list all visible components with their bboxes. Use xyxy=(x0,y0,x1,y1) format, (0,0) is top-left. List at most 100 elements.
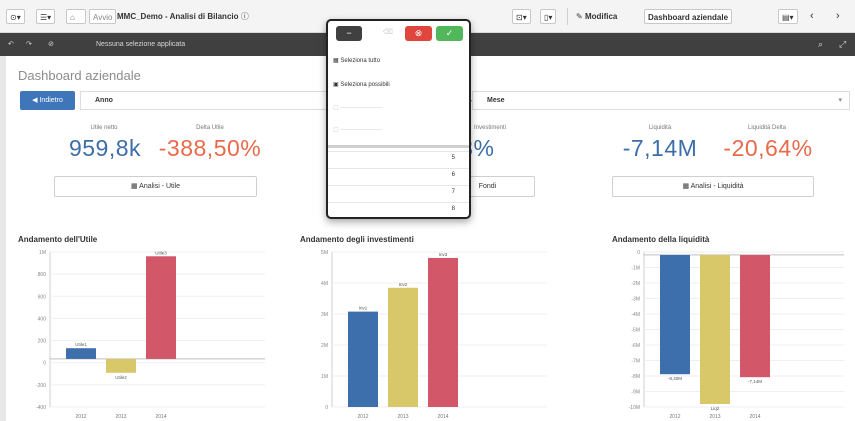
y-tick-label: -8M xyxy=(631,374,640,380)
toolbar-divider xyxy=(567,8,568,25)
list-item-label: 6 xyxy=(451,172,455,178)
kpi-label-liquidita: Liquidità xyxy=(648,125,672,131)
y-tick-label: 1M xyxy=(39,250,46,256)
y-tick-label: -4M xyxy=(631,312,640,318)
edit-button[interactable]: ✎ Modifica xyxy=(576,9,617,24)
cancel-selection-button[interactable]: − xyxy=(336,26,362,41)
edit-label: Modifica xyxy=(584,12,618,21)
bar-2014 xyxy=(146,256,176,359)
clear-selection-button[interactable]: ⊗ xyxy=(405,26,432,41)
chart-title-utile: Andamento dell'Utile xyxy=(18,235,98,244)
next-sheet-icon[interactable]: › xyxy=(836,9,840,24)
data-label: Inv2 xyxy=(399,282,408,287)
sheet-title: Dashboard aziendale xyxy=(18,68,141,83)
back-button[interactable]: ◀ Indietro xyxy=(20,91,75,110)
data-label: Utile1 xyxy=(75,342,87,347)
story-button[interactable]: ▯▾ xyxy=(540,9,557,24)
year-filter-label: Anno xyxy=(95,97,113,104)
y-tick-label: -2M xyxy=(631,281,640,287)
bar-2013 xyxy=(700,254,730,405)
bar-2012 xyxy=(348,311,378,407)
select-all-icon: ▦ xyxy=(333,58,339,64)
y-tick-label: -200 xyxy=(36,383,46,389)
app-root: ⊙▾ ☰▾ ⌂ Avvio MMC_Demo - Analisi di Bila… xyxy=(0,0,855,421)
table-icon: ▦ xyxy=(682,183,690,190)
search-icon[interactable]: ⌕ xyxy=(818,38,823,51)
list-item[interactable]: 7 xyxy=(328,185,469,200)
x-tick-label: 2012 xyxy=(669,414,680,420)
chart-investimenti[interactable]: 5M 4M 3M 2M 1M 0 Inv1 2012 Inv2 2013 Inv3 2014 xyxy=(300,248,555,421)
month-filter-label: Mese xyxy=(487,97,505,104)
minus-icon: − xyxy=(346,28,352,38)
check-icon: ✓ xyxy=(445,28,454,38)
data-label: Utile2 xyxy=(115,375,127,380)
y-tick-label: -10M xyxy=(629,405,640,411)
analysis-utile-button[interactable]: ▦ Analisi - Utile xyxy=(54,176,257,197)
kpi-value-utile: 959,8k xyxy=(68,135,142,161)
clear-icon: ⊗ xyxy=(414,28,423,38)
chevron-down-icon: ▾ xyxy=(838,97,842,104)
bar-2014 xyxy=(428,257,458,407)
data-label: Inv1 xyxy=(359,306,368,311)
disabled-menu-item: ▢ ——————— xyxy=(333,127,383,133)
select-possible-item[interactable]: ▣ Seleziona possibili xyxy=(333,80,390,90)
kpi-value-liquidita-delta: -20,64% xyxy=(723,135,813,161)
y-tick-label: -400 xyxy=(36,405,46,411)
clear-selections-icon[interactable]: ⊘ xyxy=(48,38,54,51)
breadcrumb-home[interactable]: Avvio xyxy=(89,9,117,24)
bookmarks-button[interactable]: ⊡▾ xyxy=(512,9,531,24)
chart-liquidita[interactable]: 0 -1M -2M -3M -4M -5M -6M -7M -8M -9M -10M -8,40M 20… xyxy=(612,248,852,421)
list-item[interactable]: 6 xyxy=(328,168,469,183)
sheet-selector[interactable]: Dashboard aziendale xyxy=(644,9,733,24)
list-divider xyxy=(328,145,469,148)
selection-back-icon[interactable]: ↶ xyxy=(8,38,14,51)
x-tick-label: 2014 xyxy=(155,414,166,420)
chart-utile[interactable]: 1M 800 600 400 200 0 -200 -400 Utile1 2012 Utile2 2… xyxy=(18,248,273,421)
app-title-breadcrumb[interactable]: MMC_Demo - Analisi di Bilancio ⓘ xyxy=(117,9,249,24)
data-label: Utile3 xyxy=(155,250,167,255)
y-tick-label: 200 xyxy=(38,339,47,345)
list-item-label: 5 xyxy=(451,155,455,161)
confirm-selection-button[interactable]: ✓ xyxy=(436,26,463,41)
analysis-liquidita-button[interactable]: ▦ Analisi - Liquidità xyxy=(612,176,814,197)
x-tick-label: 2014 xyxy=(437,414,448,420)
data-label: -7,14M xyxy=(748,379,762,384)
fullscreen-icon[interactable]: ⤢ xyxy=(839,38,846,51)
y-tick-label: 400 xyxy=(38,316,47,322)
data-label: Inv3 xyxy=(439,252,448,257)
previous-sheet-icon[interactable]: ‹ xyxy=(810,9,814,24)
sheet-list-button[interactable]: ▤▾ xyxy=(778,9,798,24)
selections-status: Nessuna selezione applicata xyxy=(96,41,186,48)
list-item[interactable]: 5 xyxy=(328,151,469,166)
list-item[interactable]: 8 xyxy=(328,202,469,217)
data-label: Liq2 xyxy=(711,406,720,411)
y-tick-label: 1M xyxy=(321,374,328,380)
selection-forward-icon[interactable]: ↷ xyxy=(26,38,32,51)
nav-icon[interactable]: ⌂ xyxy=(66,9,86,24)
select-all-item[interactable]: ▦ Seleziona tutto xyxy=(333,56,380,66)
y-tick-label: 3M xyxy=(321,312,328,318)
disabled-menu-item: ▢ ——————— xyxy=(333,105,383,111)
select-possible-icon: ▣ xyxy=(333,82,339,88)
list-item-label: 7 xyxy=(451,189,455,195)
kpi-value-delta-utile: -388,50% xyxy=(158,135,262,161)
list-item-label: 8 xyxy=(451,206,455,212)
kpi-label-delta-utile: Delta Utile xyxy=(196,125,224,131)
y-tick-label: 800 xyxy=(38,272,47,278)
y-tick-label: -5M xyxy=(631,328,640,334)
bar-2012 xyxy=(66,348,96,359)
left-edge xyxy=(0,56,6,421)
hamburger-menu-button[interactable]: ☰▾ xyxy=(36,9,56,24)
bar-2014 xyxy=(740,254,770,378)
info-icon[interactable]: ⓘ xyxy=(241,12,249,21)
global-menu-button[interactable]: ⊙▾ xyxy=(6,9,25,24)
month-filter[interactable]: Mese ▾ xyxy=(472,91,850,110)
y-tick-label: -3M xyxy=(631,297,640,303)
y-tick-label: 0 xyxy=(325,405,328,411)
y-tick-label: -1M xyxy=(631,266,640,272)
year-filter[interactable]: Anno xyxy=(80,91,328,110)
bar-2013 xyxy=(388,287,418,407)
chart-liquidita-svg: 0 -1M -2M -3M -4M -5M -6M -7M -8M -9M -10M -8,40M 20… xyxy=(629,250,844,420)
analysis-utile-label: Analisi - Utile xyxy=(139,183,181,190)
eraser-icon[interactable]: ⌫ xyxy=(383,28,393,36)
